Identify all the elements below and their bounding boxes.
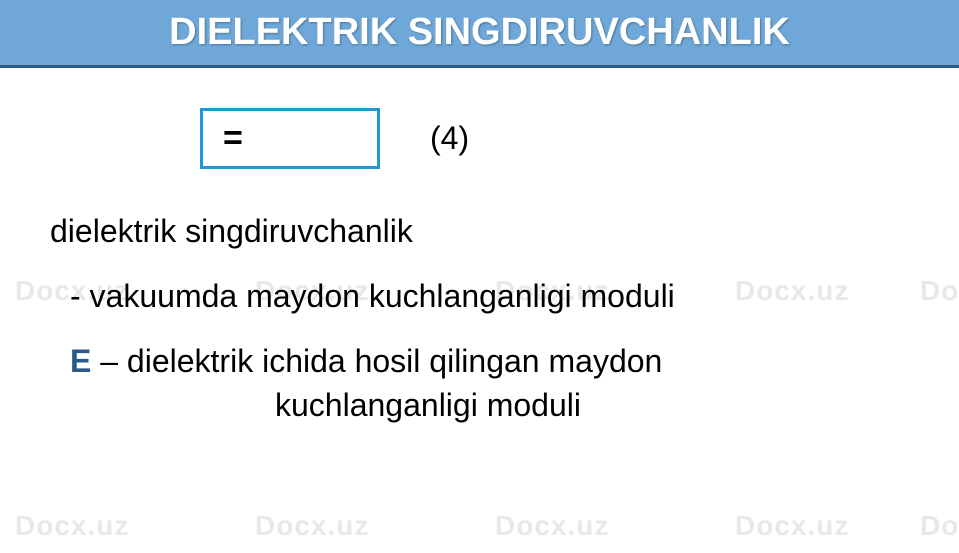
definition-text-2: vakuumda maydon kuchlanganligi moduli <box>90 278 675 314</box>
formula-expression: = <box>223 119 243 158</box>
e-symbol: E <box>70 343 91 379</box>
definition-prefix-2: - <box>70 278 90 314</box>
watermark-text: Docx.uz <box>735 510 849 542</box>
content-area: = (4) dielektrik singdiruvchanlik - vaku… <box>0 68 959 468</box>
page-title: DIELEKTRIK SINGDIRUVCHANLIK <box>169 11 790 54</box>
definition-continuation-3: kuchlanganligi moduli <box>275 383 929 428</box>
header-bar: DIELEKTRIK SINGDIRUVCHANLIK <box>0 0 959 68</box>
watermark-text: Docx.uz <box>495 510 609 542</box>
definition-line-3: E – dielektrik ichida hosil qilingan may… <box>70 339 929 429</box>
definition-separator-3: – <box>91 343 127 379</box>
watermark-text: Docx.uz <box>15 510 129 542</box>
definition-text-1: dielektrik singdiruvchanlik <box>50 213 413 249</box>
watermark-text: Docx.uz <box>920 510 959 542</box>
formula-row: = (4) <box>200 108 929 169</box>
definition-text-3: dielektrik ichida hosil qilingan maydon <box>127 343 662 379</box>
watermark-text: Docx.uz <box>255 510 369 542</box>
definition-line-1: dielektrik singdiruvchanlik <box>50 209 929 254</box>
formula-box: = <box>200 108 380 169</box>
formula-label: (4) <box>430 120 469 157</box>
definition-line-2: - vakuumda maydon kuchlanganligi moduli <box>70 274 929 319</box>
